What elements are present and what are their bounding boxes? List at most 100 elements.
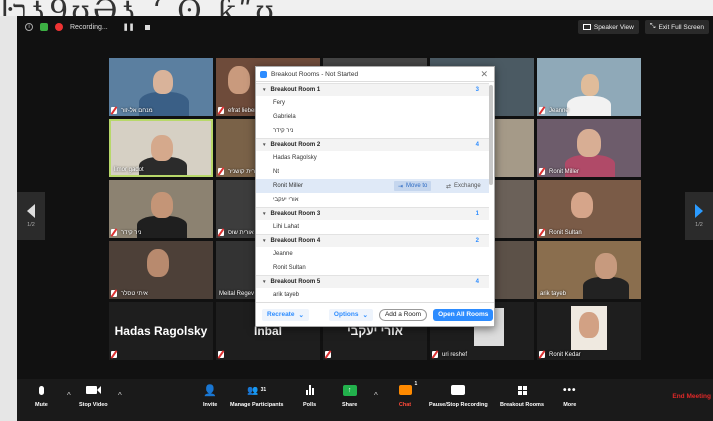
dialog-scrollbar[interactable] — [489, 85, 493, 185]
breakout-rooms-button[interactable]: Breakout Rooms — [500, 383, 544, 408]
page-indicator-right: 1/2 — [695, 222, 703, 228]
close-icon[interactable]: ✕ — [480, 69, 488, 80]
dialog-title-bar: Breakout Rooms - Not Started ✕ — [256, 67, 494, 82]
page-indicator-left: 1/2 — [27, 222, 35, 228]
share-screen-icon: ↑ — [342, 383, 357, 397]
participant-name: Ronit Kedar — [549, 352, 581, 358]
more-button[interactable]: ••• More — [563, 383, 577, 409]
move-to-button[interactable]: ⇥ Move to — [394, 181, 432, 191]
video-tile[interactable]: Ronit Kedar — [537, 302, 641, 360]
muted-mic-icon — [111, 229, 117, 236]
participant-name: arik tayeb — [540, 291, 567, 297]
dialog-title: Breakout Rooms - Not Started — [271, 70, 359, 78]
video-tile[interactable]: Ronit Sultan — [537, 180, 641, 238]
next-page-button[interactable]: 1/2 — [685, 192, 713, 240]
top-bar: i Recording... ❚❚ Speaker View ⤡ Exit Fu… — [17, 16, 713, 38]
exit-fullscreen-icon: ⤡ — [649, 23, 656, 30]
video-tile-active-speaker[interactable]: limor gadot — [109, 119, 213, 177]
left-arrow-icon — [27, 204, 35, 218]
room-member[interactable]: arik tayeb — [256, 288, 489, 302]
exit-fullscreen-button[interactable]: ⤡ Exit Full Screen — [644, 20, 709, 34]
participant-name: Ronit Sultan — [549, 230, 582, 236]
video-tile[interactable]: arik tayeb — [537, 241, 641, 299]
recreate-label: Recreate — [267, 311, 295, 318]
video-tile[interactable]: Ronit Miller — [537, 119, 641, 177]
audio-options-caret-icon[interactable]: ^ — [67, 391, 71, 400]
end-meeting-button[interactable]: End Meeting — [672, 393, 711, 400]
participant-display-name: Hadas Ragolsky — [114, 324, 208, 338]
member-name: Hadas Ragolsky — [273, 155, 317, 161]
video-tile-camera-off[interactable]: Hadas Ragolsky — [109, 302, 213, 360]
room-member[interactable]: Gabriela — [256, 110, 489, 124]
speaker-view-button[interactable]: Speaker View — [577, 20, 639, 34]
left-desktop-strip — [0, 16, 17, 421]
member-name: Fery — [273, 100, 285, 106]
mute-label: Mute — [35, 402, 48, 408]
recording-label: Recording... — [70, 23, 108, 31]
video-tile[interactable]: איתי טסלר — [109, 241, 213, 299]
muted-mic-icon — [432, 351, 438, 358]
room-count: 1 — [475, 211, 479, 217]
breakout-room-header[interactable]: ▾ Breakout Room 1 3 — [256, 83, 489, 96]
member-name: arik tayeb — [273, 292, 300, 298]
breakout-room-header[interactable]: ▾ Breakout Room 2 4 — [256, 138, 489, 151]
room-member[interactable]: Ronit Sultan — [256, 261, 489, 275]
room-count: 4 — [475, 142, 479, 148]
chat-badge: 1 — [414, 381, 418, 387]
recreate-button[interactable]: Recreate ⌄ — [262, 308, 309, 321]
stop-video-button[interactable]: Stop Video — [79, 383, 108, 408]
room-member[interactable]: Jeanne — [256, 247, 489, 261]
room-member[interactable]: Fery — [256, 96, 489, 110]
participant-name: Ronit Miller — [549, 169, 580, 175]
options-button[interactable]: Options ⌄ — [328, 308, 373, 321]
pause-stop-recording-label: Pause/Stop Recording — [429, 402, 488, 408]
participant-name: limor gadot — [114, 167, 144, 173]
breakout-room-header[interactable]: ▾ Breakout Room 3 1 — [256, 207, 489, 220]
move-icon: ⇥ — [398, 183, 404, 190]
cloud-record-icon — [55, 23, 63, 31]
lock-icon[interactable] — [40, 23, 48, 31]
pause-stop-recording-button[interactable]: Pause/Stop Recording — [429, 383, 488, 408]
video-tile[interactable]: מנחם אל-זור — [109, 58, 213, 116]
exchange-button[interactable]: ⇄ Exchange — [446, 181, 481, 191]
mute-button[interactable]: Mute — [35, 383, 48, 408]
video-tile[interactable]: ניר קידר — [109, 180, 213, 238]
previous-page-button[interactable]: 1/2 — [17, 192, 45, 240]
room-member-selected[interactable]: Ronit Miller ⇥ Move to ⇄ Exchange — [256, 179, 489, 193]
manage-participants-button[interactable]: 👥 31 Manage Participants — [230, 383, 284, 409]
room-member[interactable]: Lihi Lahat — [256, 220, 489, 234]
info-icon[interactable]: i — [25, 23, 33, 31]
room-member[interactable]: אורי יעקבי — [256, 193, 489, 207]
chevron-down-icon: ⌄ — [298, 311, 304, 319]
stop-video-label: Stop Video — [79, 402, 108, 408]
right-arrow-icon — [695, 204, 703, 218]
polls-button[interactable]: Polls — [303, 383, 316, 408]
participant-name: Meital Regev — [219, 291, 255, 297]
muted-mic-icon — [218, 107, 224, 114]
open-all-rooms-button[interactable]: Open All Rooms — [433, 308, 494, 321]
invite-label: Invite — [203, 402, 218, 408]
share-button[interactable]: ↑ Share — [342, 383, 357, 408]
breakout-room-header[interactable]: ▾ Breakout Room 5 4 — [256, 275, 489, 288]
muted-mic-icon — [539, 229, 545, 236]
room-member[interactable]: Hadas Ragolsky — [256, 151, 489, 165]
chat-label: Chat — [398, 402, 412, 408]
room-member[interactable]: ניר קידר — [256, 124, 489, 138]
add-room-button[interactable]: Add a Room — [378, 308, 428, 321]
breakout-room-list: ▾ Breakout Room 1 3 Fery Gabriela ניר קידר… — [256, 83, 489, 303]
share-label: Share — [342, 402, 358, 408]
pause-recording-icon[interactable]: ❚❚ — [123, 23, 135, 31]
participants-count: 31 — [260, 387, 267, 393]
chat-button[interactable]: 1 Chat — [383, 381, 427, 408]
muted-mic-icon — [325, 351, 331, 358]
video-tile[interactable]: Jeanne — [537, 58, 641, 116]
stop-recording-icon[interactable] — [145, 24, 151, 30]
video-options-caret-icon[interactable]: ^ — [118, 391, 122, 400]
meeting-toolbar: Mute ^ Stop Video ^ 👤 Invite 👥 31 Manage … — [17, 379, 713, 421]
share-options-caret-icon[interactable]: ^ — [374, 391, 378, 400]
invite-button[interactable]: 👤 Invite — [203, 383, 218, 409]
pause-stop-icon — [451, 383, 466, 397]
room-member[interactable]: Nt — [256, 165, 489, 179]
breakout-room-header[interactable]: ▾ Breakout Room 4 2 — [256, 234, 489, 247]
exchange-label: Exchange — [454, 183, 481, 189]
